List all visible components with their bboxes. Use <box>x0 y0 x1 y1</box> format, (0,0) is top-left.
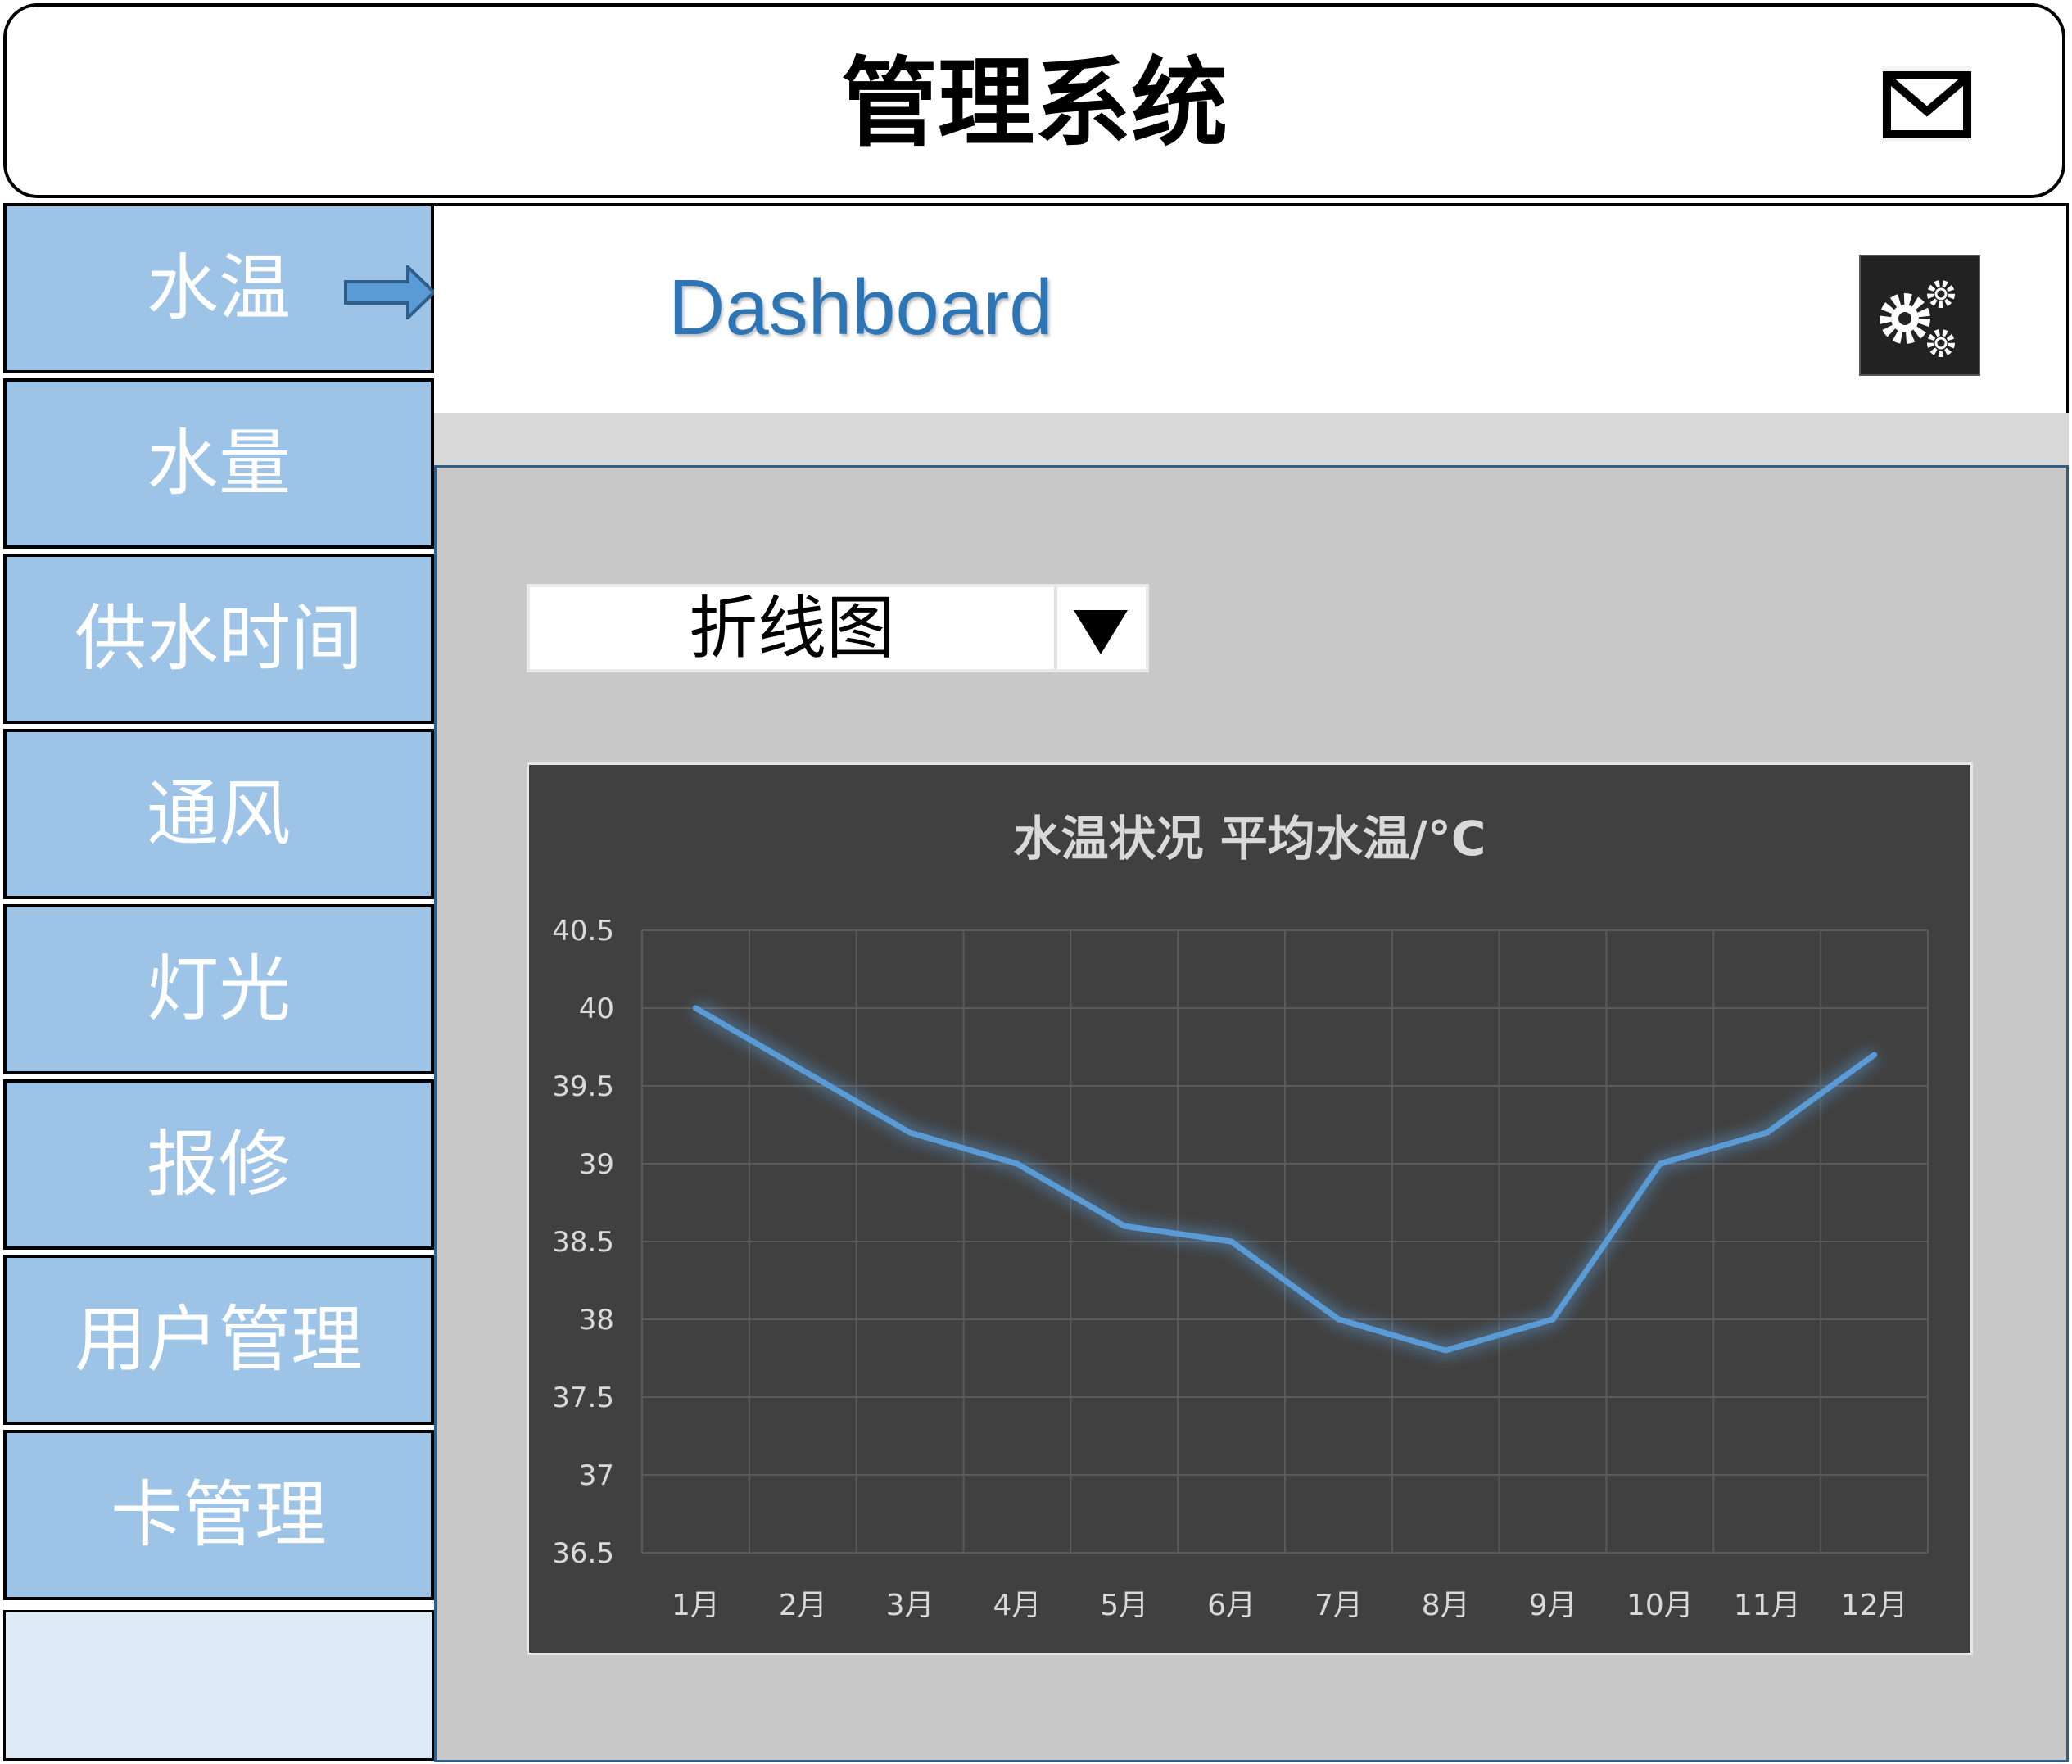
x-tick-label: 3月 <box>886 1589 934 1622</box>
data-point <box>1014 1161 1020 1166</box>
x-tick-label: 5月 <box>1100 1589 1148 1622</box>
chart-type-select[interactable]: 折线图 <box>527 584 1149 672</box>
x-tick-label: 1月 <box>672 1589 720 1622</box>
x-tick-label: 2月 <box>779 1589 827 1622</box>
sidebar-item-water-volume[interactable]: 水量 <box>3 378 434 549</box>
y-tick-label: 38 <box>579 1304 614 1337</box>
data-point <box>800 1068 806 1073</box>
data-point <box>1657 1161 1663 1166</box>
x-tick-label: 12月 <box>1841 1589 1908 1622</box>
triangle-down-icon[interactable] <box>1054 587 1146 669</box>
sidebar-item-supply-time[interactable]: 供水时间 <box>3 554 434 724</box>
sidebar-item-ventilation[interactable]: 通风 <box>3 729 434 899</box>
divider-strip <box>434 413 2069 465</box>
sidebar-item-label: 灯光 <box>146 947 291 1031</box>
data-point <box>1764 1130 1770 1135</box>
sidebar-item-user-management[interactable]: 用户管理 <box>3 1255 434 1425</box>
y-tick-label: 36.5 <box>552 1537 614 1570</box>
app-header: 管理系统 <box>3 3 2065 198</box>
sidebar-item-card-management[interactable]: 卡管理 <box>3 1430 434 1600</box>
page-title: Dashboard <box>668 264 1053 351</box>
chart-type-value: 折线图 <box>688 588 895 668</box>
x-tick-label: 11月 <box>1734 1589 1801 1622</box>
y-tick-label: 37 <box>579 1459 614 1492</box>
content-topbar: Dashboard <box>434 203 2069 413</box>
app-title: 管理系统 <box>840 47 1228 160</box>
data-point <box>1336 1317 1341 1322</box>
sidebar-item-label: 供水时间 <box>74 596 363 681</box>
y-tick-label: 39 <box>579 1148 614 1181</box>
data-point <box>693 1006 699 1011</box>
x-tick-label: 6月 <box>1207 1589 1255 1622</box>
chart-title: 水温状况 平均水温/°C <box>1014 811 1486 866</box>
sidebar-item-label: 水量 <box>146 421 291 505</box>
sidebar-item-label: 通风 <box>146 771 291 856</box>
main-content: 折线图 水温状况 平均水温/°C 36.5 37 37.5 38 38.5 39 39.5 40… <box>434 465 2069 1762</box>
sidebar-item-lighting[interactable]: 灯光 <box>3 904 434 1074</box>
x-tick-label: 9月 <box>1529 1589 1577 1622</box>
y-tick-label: 38.5 <box>552 1226 614 1259</box>
mail-icon[interactable] <box>1880 64 1974 144</box>
x-tick-label: 10月 <box>1626 1589 1694 1622</box>
sidebar-item-repair[interactable]: 报修 <box>3 1079 434 1250</box>
y-tick-label: 37.5 <box>552 1382 614 1414</box>
y-tick-label: 39.5 <box>552 1070 614 1103</box>
sidebar-item-label: 报修 <box>146 1122 291 1206</box>
x-tick-label: 7月 <box>1314 1589 1363 1622</box>
data-point <box>1550 1317 1556 1322</box>
x-tick-label: 8月 <box>1422 1589 1470 1622</box>
gears-icon[interactable] <box>1859 255 1980 376</box>
data-point <box>1871 1052 1877 1057</box>
data-point <box>1443 1348 1449 1353</box>
arrow-right-icon <box>344 263 437 322</box>
data-point <box>1228 1239 1234 1244</box>
y-tick-label: 40.5 <box>552 915 614 948</box>
sidebar-item-label: 水温 <box>146 246 291 330</box>
chart-container: 水温状况 平均水温/°C 36.5 37 37.5 38 38.5 39 39.5 40 40.5… <box>527 762 1973 1655</box>
data-point <box>907 1130 913 1135</box>
x-tick-label: 4月 <box>993 1589 1041 1622</box>
sidebar-item-label: 用户管理 <box>74 1297 363 1382</box>
line-chart: 水温状况 平均水温/°C 36.5 37 37.5 38 38.5 39 39.5 40 40.5… <box>552 811 1929 1622</box>
sidebar-empty-area <box>3 1610 434 1761</box>
sidebar-item-label: 卡管理 <box>110 1472 327 1557</box>
data-point <box>1121 1223 1127 1228</box>
y-tick-label: 40 <box>579 993 614 1025</box>
